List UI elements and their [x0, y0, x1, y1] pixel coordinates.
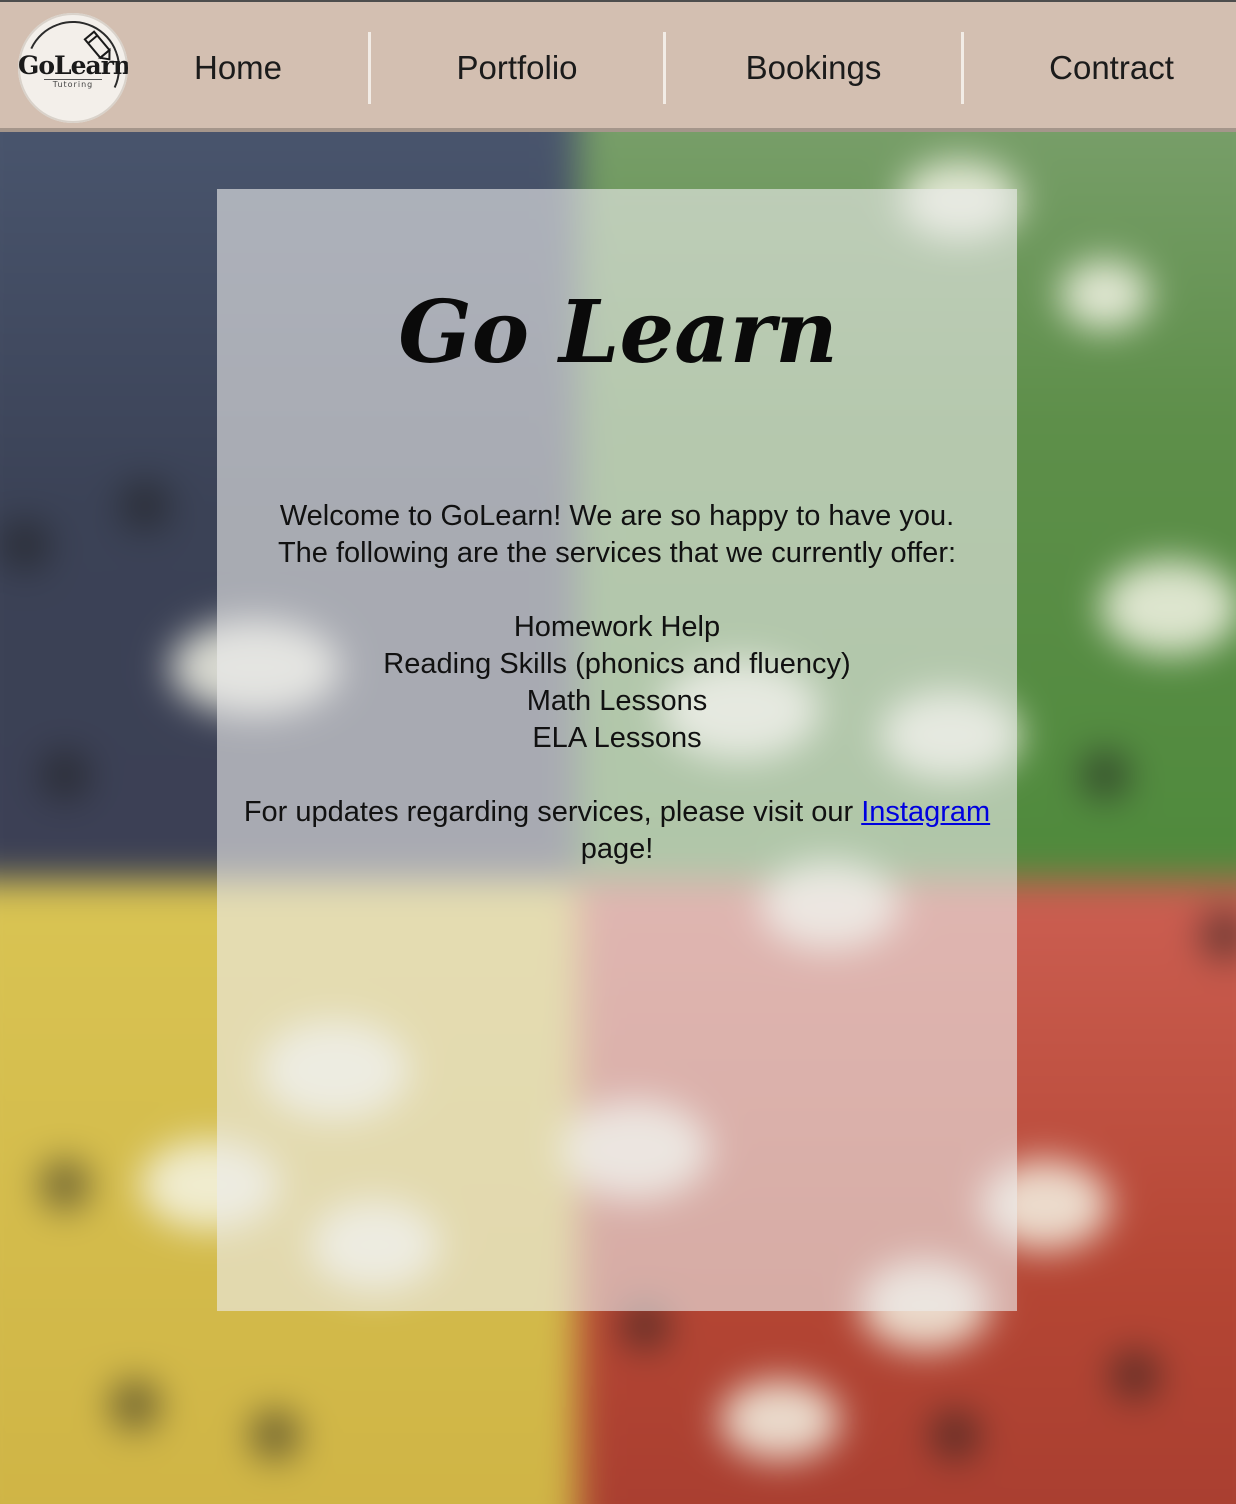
nav-home[interactable]: Home	[128, 2, 348, 134]
welcome-text: Welcome to GoLearn! We are so happy to h…	[217, 498, 1017, 868]
page-title: Go Learn	[398, 282, 838, 383]
intro-line: The following are the services that we c…	[277, 537, 957, 569]
updates-suffix: page!	[580, 833, 654, 865]
logo-subtext: Tutoring	[52, 80, 94, 89]
instagram-link[interactable]: Instagram	[861, 796, 990, 828]
service-item: Math Lessons	[526, 685, 708, 717]
nav-bookings[interactable]: Bookings	[666, 2, 961, 134]
site-header: GoLearn Tutoring Home Portfolio Bookings…	[0, 0, 1236, 132]
nav-contract[interactable]: Contract	[964, 2, 1236, 134]
intro-line: Welcome to GoLearn! We are so happy to h…	[279, 500, 955, 532]
service-item: ELA Lessons	[532, 722, 702, 754]
logo-text: GoLearn	[18, 51, 128, 80]
service-item: Homework Help	[513, 611, 721, 643]
updates-prefix: For updates regarding services, please v…	[243, 796, 854, 828]
nav-portfolio[interactable]: Portfolio	[371, 2, 663, 134]
service-item: Reading Skills (phonics and fluency)	[383, 648, 851, 680]
site-logo[interactable]: GoLearn Tutoring	[18, 13, 128, 123]
updates-line: For updates regarding services, please v…	[217, 794, 1017, 831]
